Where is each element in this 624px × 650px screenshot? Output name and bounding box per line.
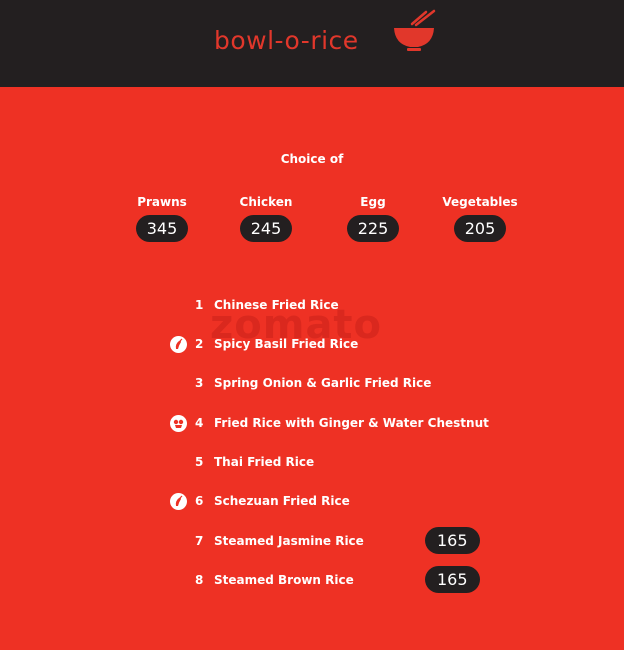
item-label: Fried Rice with Ginger & Water Chestnut xyxy=(214,416,489,430)
protein-vegetables: Vegetables 205 xyxy=(435,195,525,242)
price-badge: 165 xyxy=(425,527,480,554)
list-item: 7 Steamed Jasmine Rice 165 xyxy=(165,527,605,554)
item-number: 5 xyxy=(195,455,204,469)
protein-name: Prawns xyxy=(137,195,187,209)
protein-name: Egg xyxy=(360,195,386,209)
item-number: 1 xyxy=(195,298,204,312)
list-item: 6 Schezuan Fried Rice xyxy=(165,492,605,512)
protein-chicken: Chicken 245 xyxy=(221,195,311,242)
price-badge: 345 xyxy=(135,215,189,242)
header-bar: bowl-o-rice xyxy=(0,0,624,87)
price-badge: 165 xyxy=(425,566,480,593)
item-number: 6 xyxy=(195,494,204,508)
item-number: 4 xyxy=(195,416,204,430)
item-number: 8 xyxy=(195,573,204,587)
chili-pepper-icon xyxy=(170,493,187,510)
protein-prawns: Prawns 345 xyxy=(117,195,207,242)
item-number: 3 xyxy=(195,376,204,390)
list-item: 1 Chinese Fried Rice xyxy=(165,296,605,316)
list-item: 4 Fried Rice with Ginger & Water Chestnu… xyxy=(165,414,605,434)
item-label: Spicy Basil Fried Rice xyxy=(214,337,359,351)
list-item: 3 Spring Onion & Garlic Fried Rice xyxy=(165,374,605,394)
chili-pepper-icon xyxy=(170,336,187,353)
price-badge: 245 xyxy=(239,215,293,242)
item-label: Spring Onion & Garlic Fried Rice xyxy=(214,376,432,390)
list-item: 8 Steamed Brown Rice 165 xyxy=(165,566,605,593)
item-label: Schezuan Fried Rice xyxy=(214,494,350,508)
chef-recommended-icon xyxy=(170,415,187,432)
list-item: 2 Spicy Basil Fried Rice xyxy=(165,335,605,355)
protein-egg: Egg 225 xyxy=(328,195,418,242)
choice-title: Choice of xyxy=(280,152,344,166)
menu-panel: zomato Choice of Prawns 345 Chicken 245 … xyxy=(0,87,624,650)
item-number: 7 xyxy=(195,534,204,548)
protein-name: Vegetables xyxy=(442,195,518,209)
price-badge: 205 xyxy=(453,215,507,242)
rice-bowl-with-chopsticks-icon xyxy=(394,9,436,51)
list-item: 5 Thai Fried Rice xyxy=(165,453,605,473)
price-badge: 225 xyxy=(346,215,400,242)
item-label: Chinese Fried Rice xyxy=(214,298,339,312)
brand-name: bowl-o-rice xyxy=(214,26,359,55)
protein-name: Chicken xyxy=(239,195,293,209)
item-number: 2 xyxy=(195,337,204,351)
item-label: Steamed Jasmine Rice xyxy=(214,534,364,548)
item-label: Steamed Brown Rice xyxy=(214,573,354,587)
item-label: Thai Fried Rice xyxy=(214,455,315,469)
